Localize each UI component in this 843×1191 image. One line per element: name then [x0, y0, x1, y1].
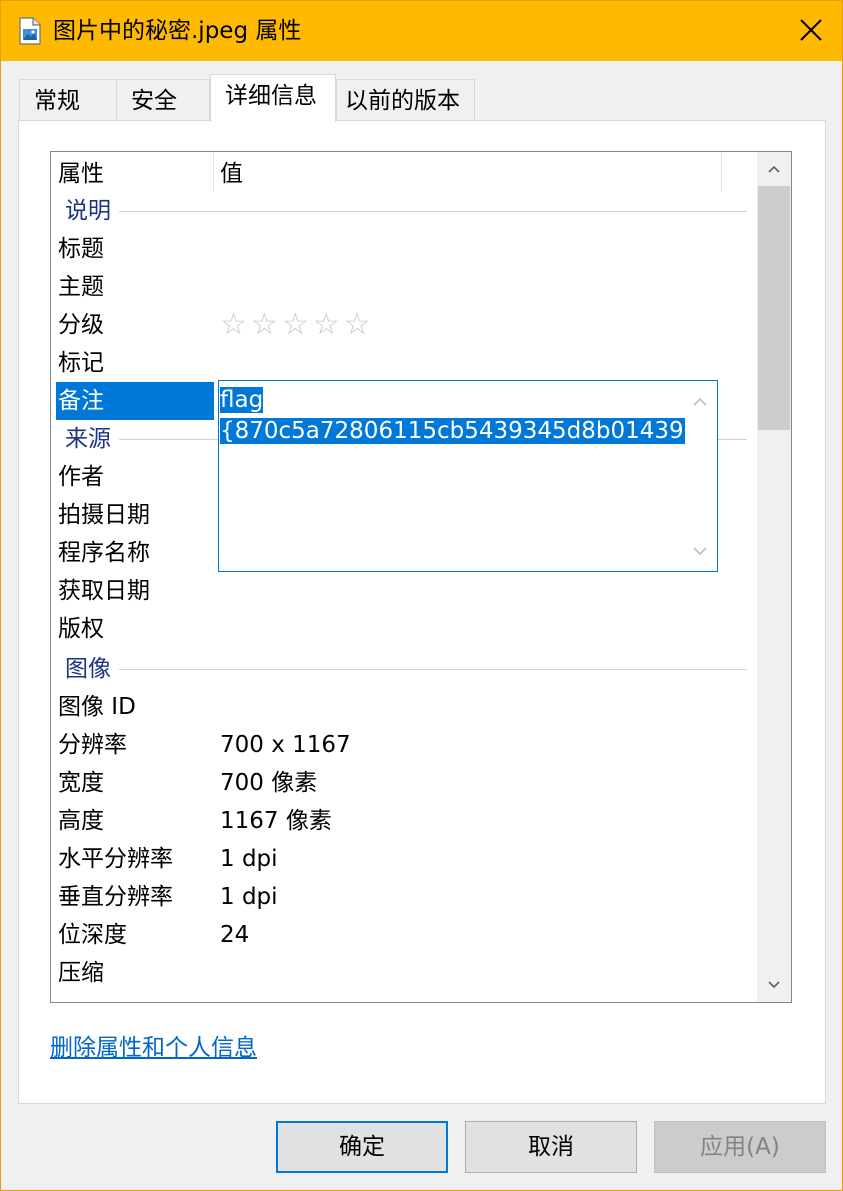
property-name: 获取日期 — [58, 578, 150, 604]
property-name: 主题 — [58, 274, 104, 300]
row-subject[interactable]: 主题 — [51, 268, 757, 306]
row-dimensions[interactable]: 分辨率 700 x 1167 — [51, 726, 757, 764]
column-header-property[interactable]: 属性 — [51, 152, 213, 192]
rating-stars[interactable]: ☆ ☆ ☆ ☆ ☆ — [220, 306, 371, 344]
row-rating[interactable]: 分级 ☆ ☆ ☆ ☆ ☆ — [51, 306, 757, 344]
properties-dialog: 图片中的秘密.jpeg 属性 常规 安全 详细信息 以前的版本 属性 值 说明 … — [0, 0, 843, 1191]
row-vertical-resolution[interactable]: 垂直分辨率 1 dpi — [51, 878, 757, 916]
row-tags[interactable]: 标记 — [51, 344, 757, 382]
tab-security[interactable]: 安全 — [116, 79, 210, 121]
property-value: 700 x 1167 — [220, 732, 351, 758]
property-value: 1 dpi — [220, 846, 278, 872]
column-divider[interactable] — [721, 152, 722, 192]
row-horizontal-resolution[interactable]: 水平分辨率 1 dpi — [51, 840, 757, 878]
group-divider — [119, 669, 747, 670]
comments-edit-box[interactable]: flag {870c5a72806115cb5439345d8b014396} — [218, 380, 718, 572]
column-header-value[interactable]: 值 — [213, 152, 721, 192]
row-bit-depth[interactable]: 位深度 24 — [51, 916, 757, 954]
group-image: 图像 — [51, 650, 757, 688]
property-value: 700 像素 — [220, 770, 318, 796]
list-header: 属性 值 — [51, 152, 757, 192]
chevron-down-icon — [768, 981, 780, 989]
chevron-down-icon[interactable] — [693, 547, 707, 556]
apply-button[interactable]: 应用(A) — [654, 1121, 826, 1173]
comments-text[interactable]: flag {870c5a72806115cb5439345d8b014396} — [220, 385, 713, 447]
jpeg-file-icon — [19, 17, 41, 45]
property-name: 图像 ID — [58, 694, 136, 720]
property-name: 分级 — [58, 312, 104, 338]
property-name: 位深度 — [58, 922, 127, 948]
property-name: 程序名称 — [58, 540, 150, 566]
chevron-up-icon[interactable] — [693, 397, 707, 406]
property-value: 1 dpi — [220, 884, 278, 910]
row-height[interactable]: 高度 1167 像素 — [51, 802, 757, 840]
property-name: 备注 — [58, 388, 104, 414]
scroll-down-button[interactable] — [757, 968, 791, 1002]
group-label: 说明 — [65, 198, 111, 224]
comments-scrollbar[interactable] — [685, 381, 717, 571]
comments-line-1: flag — [220, 387, 264, 413]
property-name: 宽度 — [58, 770, 104, 796]
star-icon[interactable]: ☆ — [313, 306, 340, 344]
tab-previous-versions[interactable]: 以前的版本 — [336, 79, 475, 121]
property-name: 标记 — [58, 350, 104, 376]
title-bar[interactable]: 图片中的秘密.jpeg 属性 — [1, 1, 842, 61]
cancel-button[interactable]: 取消 — [465, 1121, 637, 1173]
group-label: 图像 — [65, 656, 111, 682]
property-name: 版权 — [58, 616, 104, 642]
window-title: 图片中的秘密.jpeg 属性 — [53, 18, 302, 44]
star-icon[interactable]: ☆ — [344, 306, 371, 344]
property-name: 水平分辨率 — [58, 846, 173, 872]
row-image-id[interactable]: 图像 ID — [51, 688, 757, 726]
remove-properties-link[interactable]: 删除属性和个人信息 — [50, 1031, 257, 1065]
property-name: 压缩 — [58, 960, 104, 986]
property-name: 高度 — [58, 808, 104, 834]
tab-general[interactable]: 常规 — [19, 79, 117, 121]
list-vertical-scrollbar[interactable] — [757, 152, 791, 1002]
property-name: 拍摄日期 — [58, 502, 150, 528]
scroll-up-button[interactable] — [757, 152, 791, 186]
close-button[interactable] — [780, 1, 842, 61]
ok-button[interactable]: 确定 — [276, 1121, 448, 1173]
property-name: 作者 — [58, 464, 104, 490]
close-icon — [800, 19, 822, 41]
property-list[interactable]: 属性 值 说明 标题 主题 分级 ☆ ☆ ☆ ☆ ☆ 标记 备注 来源 作者 拍… — [50, 151, 792, 1003]
row-copyright[interactable]: 版权 — [51, 610, 757, 648]
group-description: 说明 — [51, 192, 757, 230]
row-width[interactable]: 宽度 700 像素 — [51, 764, 757, 802]
row-date-acquired[interactable]: 获取日期 — [51, 572, 757, 610]
row-compression[interactable]: 压缩 — [51, 954, 757, 992]
star-icon[interactable]: ☆ — [251, 306, 278, 344]
chevron-up-icon — [768, 165, 780, 173]
group-divider — [119, 211, 747, 212]
star-icon[interactable]: ☆ — [282, 306, 309, 344]
tab-details[interactable]: 详细信息 — [210, 74, 336, 122]
property-name: 分辨率 — [58, 732, 127, 758]
group-label: 来源 — [65, 426, 111, 452]
row-title[interactable]: 标题 — [51, 230, 757, 268]
comments-line-2: {870c5a72806115cb5439345d8b014396} — [220, 418, 713, 444]
property-name: 标题 — [58, 236, 104, 262]
property-value: 1167 像素 — [220, 808, 332, 834]
property-value: 24 — [220, 922, 250, 948]
property-name: 垂直分辨率 — [58, 884, 173, 910]
scroll-thumb[interactable] — [758, 186, 790, 430]
star-icon[interactable]: ☆ — [220, 306, 247, 344]
